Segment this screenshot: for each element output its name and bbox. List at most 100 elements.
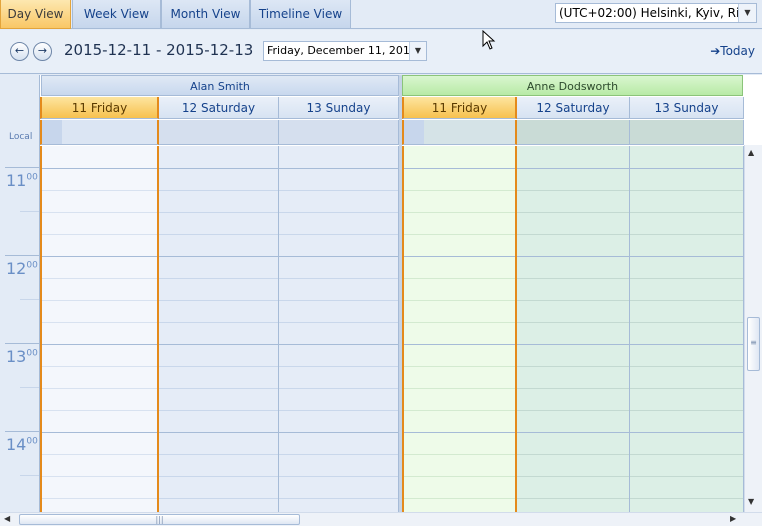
horizontal-scrollbar[interactable]: ◀ ||| ▶ (0, 512, 762, 526)
day-column-alan-sun[interactable] (279, 146, 399, 512)
time-slot-line (279, 432, 398, 433)
date-picker-value: Friday, December 11, 2015 (267, 44, 417, 57)
day-column-alan-sat[interactable] (159, 146, 279, 512)
all-day-cell[interactable] (630, 120, 744, 145)
time-slot-line (404, 366, 515, 367)
time-slot-line (517, 476, 629, 477)
time-slot-line (279, 498, 398, 499)
chevron-down-icon[interactable]: ▼ (738, 4, 756, 22)
time-slot-line (42, 454, 157, 455)
arrow-right-icon: ➔ (710, 44, 721, 58)
date-range-label: 2015-12-11 - 2015-12-13 (64, 41, 254, 59)
time-slot-line (517, 168, 629, 169)
time-slot-line (630, 168, 743, 169)
next-button[interactable]: → (33, 42, 52, 61)
time-slot-line (279, 388, 398, 389)
vertical-scrollbar[interactable]: ▲ ≡ ▼ (744, 145, 762, 512)
time-slot-line (279, 410, 398, 411)
all-day-cell[interactable] (279, 120, 399, 145)
time-slot-line (630, 212, 743, 213)
time-slot-line (630, 300, 743, 301)
time-slot-line (42, 212, 157, 213)
time-slot-line (42, 498, 157, 499)
all-day-cell[interactable] (40, 120, 159, 145)
time-slot-line (42, 278, 157, 279)
tab-timeline-view[interactable]: Timeline View (250, 0, 351, 29)
time-slot-line (159, 410, 278, 411)
arrow-right-icon: → (37, 44, 48, 57)
time-slot-line (517, 432, 629, 433)
half-hour-tick (20, 211, 39, 212)
scroll-down-icon[interactable]: ▼ (748, 497, 754, 506)
date-picker[interactable]: Friday, December 11, 2015 ▼ (263, 41, 427, 61)
scroll-right-icon[interactable]: ▶ (730, 514, 736, 523)
time-slot-line (630, 278, 743, 279)
day-header-alan-sun[interactable]: 13 Sunday (279, 97, 399, 119)
tab-day-view[interactable]: Day View (0, 0, 71, 29)
time-slot-line (630, 476, 743, 477)
tab-month-view[interactable]: Month View (161, 0, 250, 29)
scroll-left-icon[interactable]: ◀ (4, 514, 10, 523)
resource-header-anne-dodsworth[interactable]: Anne Dodsworth (402, 75, 743, 96)
all-day-cell[interactable] (517, 120, 630, 145)
time-slot-line (517, 498, 629, 499)
time-slot-line (404, 388, 515, 389)
time-slot-line (159, 190, 278, 191)
day-column-anne-fri[interactable] (402, 146, 517, 512)
prev-button[interactable]: ← (10, 42, 29, 61)
time-slot-line (517, 410, 629, 411)
time-slot-line (279, 212, 398, 213)
time-slot-line (279, 256, 398, 257)
time-slot-line (517, 256, 629, 257)
time-slot-line (404, 168, 515, 169)
time-slot-line (42, 476, 157, 477)
hour-label: 1300 (6, 347, 38, 366)
time-slot-line (517, 300, 629, 301)
time-slot-line (630, 454, 743, 455)
time-slot-line (517, 344, 629, 345)
day-header-alan-fri[interactable]: 11 Friday (40, 97, 159, 119)
time-slot-line (42, 190, 157, 191)
today-button[interactable]: ➔Today (710, 44, 755, 58)
scroll-up-icon[interactable]: ▲ (748, 148, 754, 157)
resource-header-alan-smith[interactable]: Alan Smith (41, 75, 399, 96)
scheduler-window: Day View Week View Month View Timeline V… (0, 0, 762, 526)
time-slot-line (517, 366, 629, 367)
time-slot-line (404, 322, 515, 323)
all-day-cell[interactable] (402, 120, 517, 145)
day-column-anne-sun[interactable] (630, 146, 744, 512)
day-header-anne-fri[interactable]: 11 Friday (402, 97, 517, 119)
today-label: Today (720, 44, 755, 58)
time-slot-line (404, 476, 515, 477)
time-slot-line (517, 212, 629, 213)
time-slot-line (404, 256, 515, 257)
resource-separator (399, 75, 402, 512)
day-header-anne-sun[interactable]: 13 Sunday (630, 97, 744, 119)
time-slot-line (517, 322, 629, 323)
day-column-alan-fri[interactable] (40, 146, 159, 512)
time-slot-line (159, 234, 278, 235)
hour-label: 1200 (6, 259, 38, 278)
day-header-anne-sat[interactable]: 12 Saturday (517, 97, 630, 119)
horizontal-scroll-thumb[interactable]: ||| (19, 514, 300, 525)
hour-label: 1100 (6, 171, 38, 190)
hour-divider (5, 255, 39, 256)
half-hour-tick (20, 299, 39, 300)
time-slot-line (42, 388, 157, 389)
time-slot-line (42, 344, 157, 345)
time-slot-line (630, 256, 743, 257)
day-header-alan-sat[interactable]: 12 Saturday (159, 97, 279, 119)
chevron-down-icon[interactable]: ▼ (409, 42, 426, 60)
time-slot-line (630, 190, 743, 191)
tab-week-view[interactable]: Week View (72, 0, 161, 29)
half-hour-tick (20, 387, 39, 388)
all-day-cell[interactable] (159, 120, 279, 145)
time-slot-line (42, 300, 157, 301)
time-slot-line (279, 300, 398, 301)
day-column-anne-sat[interactable] (517, 146, 630, 512)
vertical-scroll-thumb[interactable]: ≡ (747, 317, 760, 371)
view-tab-bar: Day View Week View Month View Timeline V… (0, 0, 762, 29)
time-slot-line (279, 344, 398, 345)
timezone-select[interactable]: (UTC+02:00) Helsinki, Kyiv, Riga, ▼ (555, 3, 757, 23)
time-slot-line (159, 432, 278, 433)
